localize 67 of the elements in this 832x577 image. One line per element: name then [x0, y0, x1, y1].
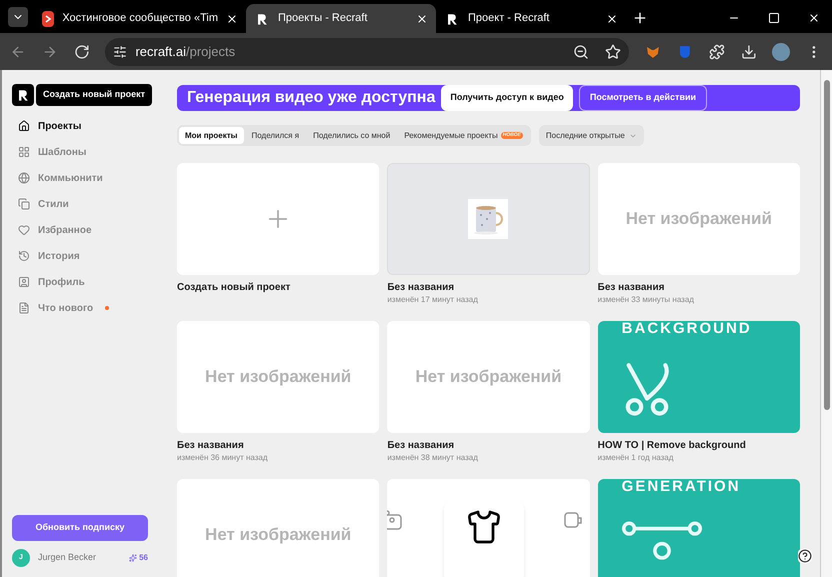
- home-icon: [18, 120, 30, 132]
- reload-icon[interactable]: [74, 44, 90, 60]
- profile-icon: [18, 276, 30, 288]
- browser-tab[interactable]: Проекты - Recraft: [246, 4, 436, 33]
- project-title[interactable]: Без названия: [387, 439, 590, 452]
- sort-dropdown[interactable]: Последние открытые: [538, 125, 644, 146]
- banner-title: Генерация видео уже доступна: [187, 88, 436, 108]
- back-icon[interactable]: [10, 44, 26, 60]
- close-icon[interactable]: [226, 12, 238, 24]
- project-thumbnail[interactable]: [387, 163, 590, 275]
- logo-tile[interactable]: [12, 84, 34, 106]
- bookmark-icon[interactable]: [605, 44, 622, 60]
- watch-demo-button[interactable]: Посмотреть в действии: [578, 85, 708, 111]
- url-text: recraft.ai/projects: [135, 42, 236, 61]
- filter-tab[interactable]: Поделился я: [246, 127, 306, 144]
- forward-icon[interactable]: [42, 44, 58, 60]
- tab-title: Хостинговое сообщество «Tim: [62, 11, 218, 26]
- modified-time: изменён 36 минут назад: [177, 452, 269, 464]
- project-title[interactable]: Без названия: [387, 281, 590, 294]
- credits-count: 56: [139, 552, 148, 564]
- extensions-icon[interactable]: [708, 44, 725, 60]
- project-title[interactable]: Без названия: [598, 281, 800, 294]
- tab-search-button[interactable]: [8, 7, 28, 27]
- close-window-icon[interactable]: [808, 12, 820, 24]
- history-icon: [18, 250, 30, 262]
- new-tab-icon[interactable]: [632, 10, 648, 26]
- project-title[interactable]: Создать новый проект: [177, 281, 380, 294]
- globe-icon: [18, 172, 30, 184]
- create-project-button[interactable]: Создать новый проект: [36, 84, 152, 106]
- no-images-text: Нет изображений: [205, 366, 352, 388]
- zoom-icon[interactable]: [573, 44, 590, 60]
- no-images-text: Нет изображений: [205, 524, 352, 546]
- tshirt-icon: [466, 509, 502, 545]
- template-heading: BACKGROUND: [620, 321, 752, 337]
- modified-time: изменён 17 минут назад: [387, 294, 479, 306]
- credits-icon: [129, 554, 138, 562]
- close-icon[interactable]: [606, 12, 618, 24]
- copy-icon: [18, 198, 30, 210]
- document-icon: [18, 302, 30, 314]
- site-info-icon[interactable]: [113, 44, 128, 58]
- help-icon[interactable]: [798, 549, 812, 563]
- close-icon[interactable]: [416, 12, 428, 24]
- user-name: Jurgen Becker: [38, 551, 98, 564]
- heart-icon: [18, 224, 30, 236]
- modified-time: изменён 1 год назад: [598, 452, 674, 464]
- download-icon[interactable]: [740, 44, 756, 60]
- upgrade-button[interactable]: Обновить подписку: [12, 515, 148, 541]
- project-title[interactable]: Без названия: [177, 439, 380, 452]
- filter-tab[interactable]: Поделились со мной: [307, 127, 396, 144]
- tab-title: Проекты - Recraft: [278, 11, 368, 26]
- no-images-text: Нет изображений: [626, 208, 772, 230]
- address-bar[interactable]: recraft.ai/projects: [105, 38, 630, 66]
- project-title[interactable]: HOW TO | Remove background: [598, 439, 800, 452]
- maximize-icon[interactable]: [768, 12, 780, 24]
- template-thumbnail[interactable]: [387, 479, 590, 577]
- tab-title: Проект - Recraft: [468, 11, 550, 26]
- get-access-button[interactable]: Получить доступ к видео: [441, 85, 573, 111]
- sidebar-item[interactable]: Проекты: [12, 116, 172, 136]
- template-heading: GENERATION: [620, 479, 741, 495]
- scrollbar-thumb[interactable]: [824, 80, 830, 410]
- grid-icon: [18, 146, 30, 158]
- filter-tab[interactable]: Мои проекты: [179, 127, 244, 144]
- modified-time: изменён 33 минуты назад: [598, 294, 695, 306]
- site-favicon-icon: [42, 10, 54, 26]
- profile-avatar[interactable]: [772, 42, 790, 60]
- modified-time: изменён 38 минут назад: [387, 452, 479, 464]
- no-images-text: Нет изображений: [415, 366, 562, 388]
